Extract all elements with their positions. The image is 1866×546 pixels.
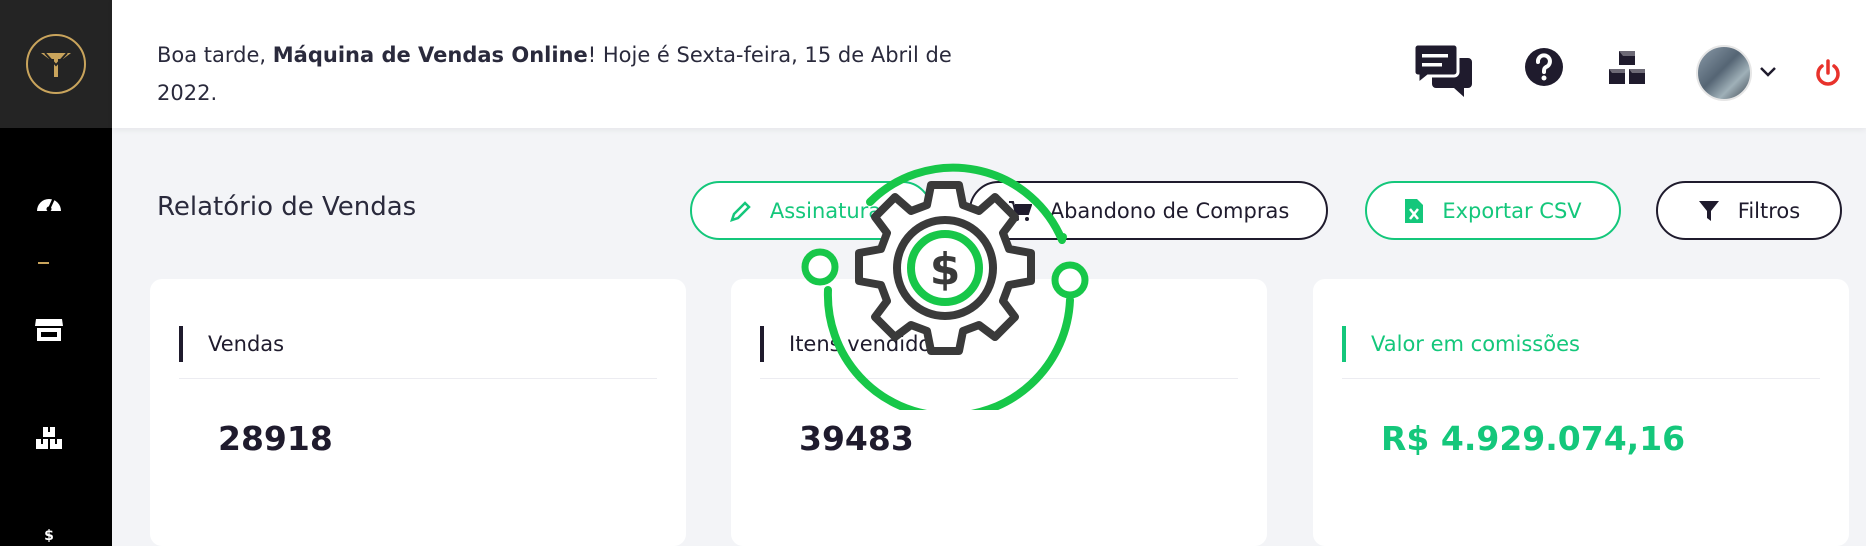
topbar: Boa tarde, Máquina de Vendas Online! Hoj… bbox=[112, 0, 1866, 128]
page-title: Relatório de Vendas bbox=[157, 192, 417, 222]
active-indicator bbox=[38, 262, 49, 264]
logo-box[interactable] bbox=[0, 0, 112, 128]
excel-file-icon bbox=[1404, 198, 1424, 224]
greeting-year: 2022. bbox=[157, 81, 218, 105]
filtros-button[interactable]: Filtros bbox=[1656, 181, 1842, 240]
brand-logo bbox=[26, 34, 86, 94]
vendas-label: Vendas bbox=[179, 326, 284, 362]
chevron-down-icon[interactable] bbox=[1758, 64, 1778, 80]
avatar[interactable] bbox=[1696, 45, 1752, 101]
itens-vendidos-value: 39483 bbox=[799, 419, 914, 458]
boxes-icon[interactable] bbox=[34, 423, 64, 453]
vendas-card: Vendas 28918 bbox=[150, 279, 686, 546]
greeting-date: ! Hoje é Sexta-feira, 15 de Abril de bbox=[587, 43, 952, 67]
greeting-user-name: Máquina de Vendas Online bbox=[272, 43, 588, 67]
sidebar: $ bbox=[0, 0, 112, 546]
vendas-value: 28918 bbox=[218, 419, 333, 458]
filter-icon bbox=[1698, 200, 1720, 222]
comissoes-label: Valor em comissões bbox=[1342, 326, 1580, 362]
products-icon[interactable] bbox=[1607, 50, 1647, 86]
greeting-text: Boa tarde, Máquina de Vendas Online! Hoj… bbox=[157, 36, 977, 112]
exportar-label: Exportar CSV bbox=[1442, 198, 1582, 223]
dashboard-icon[interactable] bbox=[34, 186, 64, 216]
store-icon[interactable] bbox=[34, 315, 64, 345]
card-divider bbox=[179, 378, 657, 379]
comissoes-card: Valor em comissões R$ 4.929.074,16 bbox=[1313, 279, 1849, 546]
help-icon[interactable] bbox=[1524, 47, 1564, 87]
card-divider bbox=[1342, 378, 1820, 379]
filtros-label: Filtros bbox=[1737, 198, 1801, 223]
dollar-icon[interactable]: $ bbox=[34, 526, 64, 546]
comissoes-value: R$ 4.929.074,16 bbox=[1381, 419, 1686, 458]
exportar-csv-button[interactable]: Exportar CSV bbox=[1365, 181, 1621, 240]
money-gear-overlay-icon: $ bbox=[790, 140, 1100, 421]
greeting-prefix: Boa tarde, bbox=[157, 43, 273, 67]
chat-icon[interactable] bbox=[1412, 44, 1474, 98]
pencil-icon bbox=[729, 200, 752, 222]
power-icon[interactable] bbox=[1813, 57, 1843, 89]
svg-text:$: $ bbox=[930, 244, 961, 295]
